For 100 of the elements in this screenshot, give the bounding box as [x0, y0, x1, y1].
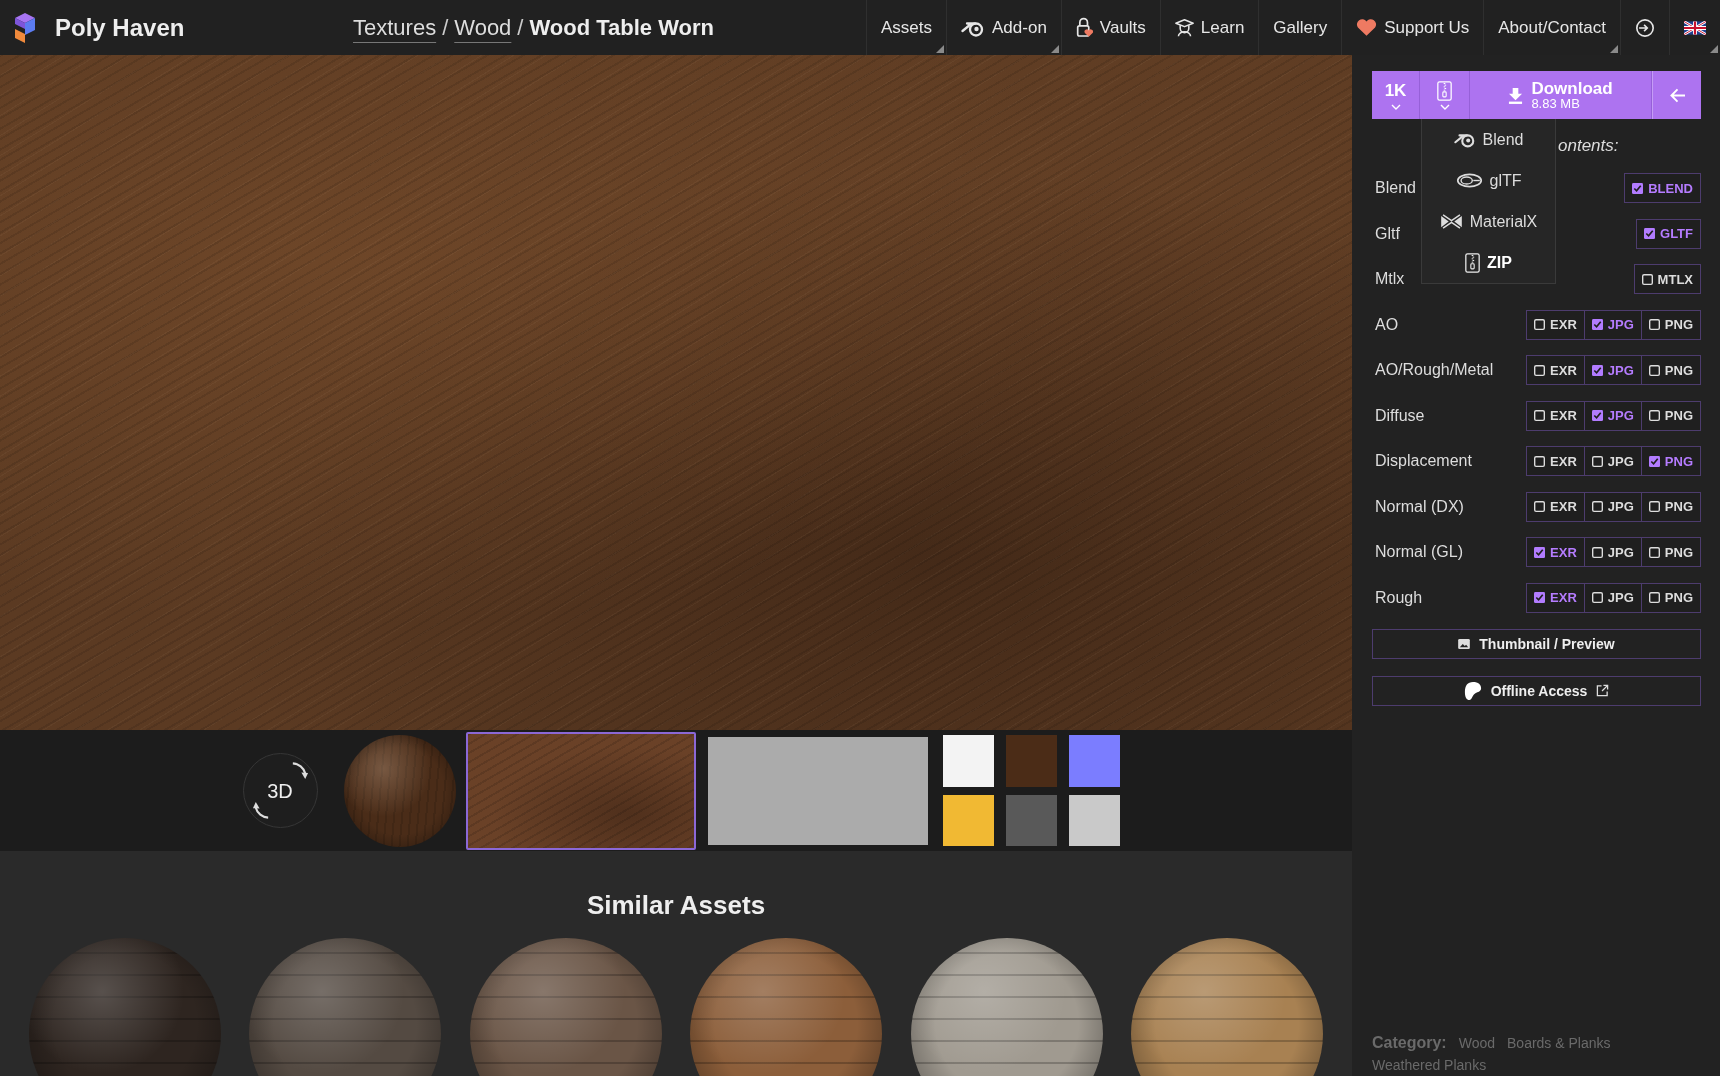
checkbox-icon	[1648, 319, 1660, 330]
format-toggle[interactable]: JPG	[1583, 446, 1642, 476]
graduation-cap-icon	[1174, 18, 1194, 37]
file-type-label: Rough	[1374, 588, 1423, 607]
format-toggle[interactable]: JPG	[1583, 537, 1642, 567]
format-toggle[interactable]: PNG	[1640, 355, 1701, 385]
chevron-down-icon	[1390, 103, 1401, 110]
map-thumbnail[interactable]	[1068, 735, 1120, 787]
breadcrumb-separator: /	[517, 14, 524, 41]
blender-icon	[1453, 131, 1476, 148]
checkbox-icon	[1591, 455, 1603, 467]
thumbnail-preview-button[interactable]: Thumbnail / Preview	[1372, 628, 1701, 659]
file-type-label: Blend	[1374, 179, 1416, 197]
arrow-left-icon	[1668, 87, 1686, 103]
format-toggle[interactable]: PNG	[1640, 400, 1701, 431]
checkbox-icon	[1591, 364, 1603, 376]
home-link[interactable]: Poly Haven	[12, 11, 185, 44]
checkbox-icon	[1648, 592, 1660, 603]
zip-file-icon	[1465, 252, 1481, 273]
checkbox-icon	[1591, 546, 1603, 558]
format-toggle[interactable]: JPG	[1583, 491, 1642, 522]
checkbox-icon	[1632, 182, 1644, 194]
checkbox-icon	[1591, 592, 1603, 603]
map-thumbnail[interactable]	[942, 795, 994, 846]
map-thumbnail[interactable]	[1068, 795, 1120, 846]
checkbox-icon	[1591, 319, 1603, 330]
menu-item[interactable]: glTF	[1422, 160, 1555, 201]
page-title: Wood Table Worn	[529, 14, 715, 41]
menu-item[interactable]: MaterialX	[1422, 201, 1555, 242]
format-toggle[interactable]: PNG	[1640, 582, 1701, 613]
blank-preview-thumbnail[interactable]	[705, 734, 930, 847]
file-type-label: Gltf	[1374, 224, 1400, 243]
3d-view-button[interactable]: 3D	[242, 753, 318, 828]
checkbox-icon	[1644, 228, 1655, 239]
format-toggle[interactable]: EXR	[1526, 355, 1585, 385]
checkbox-icon	[1591, 501, 1603, 512]
contents-heading: ontents:	[1558, 136, 1619, 156]
file-type-label: Diffuse	[1374, 406, 1425, 425]
bowtie-icon	[1439, 214, 1463, 229]
blob-icon	[1463, 680, 1482, 701]
format-toggle[interactable]: PNG	[1640, 537, 1701, 567]
format-toggle[interactable]: PNG	[1640, 309, 1701, 340]
format-toggle[interactable]: EXR	[1526, 309, 1585, 340]
checkbox-icon	[1648, 410, 1660, 421]
format-toggle[interactable]: JPG	[1583, 582, 1642, 613]
checkbox-icon	[1534, 592, 1546, 603]
format-toggle[interactable]: JPG	[1583, 309, 1642, 340]
checkbox-icon	[1648, 501, 1660, 512]
flag-icon	[1684, 20, 1706, 35]
chevron-down-icon	[1439, 103, 1450, 110]
format-toggle[interactable]: GLTF	[1636, 218, 1701, 249]
zip-file-icon	[1437, 80, 1452, 101]
ellipse-logo-icon	[1455, 173, 1483, 188]
category-label: Category:	[1372, 1033, 1447, 1053]
format-button[interactable]	[1420, 71, 1470, 119]
breadcrumb-link[interactable]: Textures	[353, 14, 437, 41]
menu-item[interactable]: ZIP	[1422, 242, 1555, 283]
checkbox-icon	[1534, 364, 1546, 376]
offline-access-button[interactable]: Offline Access	[1372, 675, 1701, 706]
breadcrumb-link[interactable]: Wood	[454, 14, 512, 41]
file-type-label: Normal (GL)	[1374, 543, 1463, 561]
format-toggle[interactable]: BLEND	[1624, 173, 1701, 203]
rotate-arrow-icon	[251, 801, 271, 820]
file-type-label: AO	[1374, 315, 1399, 334]
breadcrumb-separator: /	[442, 14, 449, 41]
format-toggle[interactable]: PNG	[1640, 491, 1701, 522]
external-link-icon	[1596, 684, 1610, 697]
dropdown-corner-icon	[1050, 45, 1059, 53]
format-toggle[interactable]: MTLX	[1633, 264, 1701, 294]
texture-preview-thumbnail[interactable]	[465, 731, 696, 850]
map-thumbnail[interactable]	[1005, 795, 1057, 846]
back-button[interactable]	[1652, 71, 1701, 119]
heart-icon	[1356, 18, 1378, 37]
format-toggle[interactable]: EXR	[1526, 400, 1585, 431]
checkbox-icon	[1534, 501, 1546, 512]
checkbox-icon	[1534, 455, 1546, 467]
file-type-label: Displacement	[1374, 452, 1472, 470]
checkbox-icon	[1534, 546, 1546, 558]
format-toggle[interactable]: JPG	[1583, 355, 1642, 385]
checkbox-icon	[1641, 273, 1653, 285]
download-icon	[1508, 86, 1524, 104]
checkbox-icon	[1648, 364, 1660, 376]
checkbox-icon	[1648, 455, 1660, 467]
dropdown-corner-icon	[1610, 45, 1618, 53]
format-toggle[interactable]: EXR	[1526, 446, 1585, 476]
logo-icon	[12, 11, 36, 44]
format-toggle[interactable]: EXR	[1526, 491, 1585, 522]
map-thumbnail[interactable]	[1005, 735, 1057, 787]
format-toggle[interactable]: JPG	[1583, 400, 1642, 431]
image-icon	[1458, 638, 1471, 649]
format-toggle[interactable]: EXR	[1526, 537, 1585, 567]
format-toggle[interactable]: PNG	[1640, 446, 1701, 476]
checkbox-icon	[1648, 546, 1660, 558]
login-icon	[1635, 17, 1655, 38]
file-type-label: Normal (DX)	[1374, 497, 1464, 516]
section-title: Similar Assets	[585, 890, 767, 920]
format-toggle[interactable]: EXR	[1526, 582, 1585, 613]
lock-heart-icon	[1075, 17, 1093, 38]
menu-item[interactable]: Blend	[1422, 119, 1555, 160]
map-thumbnail[interactable]	[942, 735, 994, 787]
